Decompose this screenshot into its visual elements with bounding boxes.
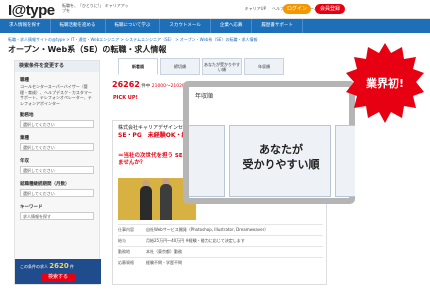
main-nav: 求人情報を探す 転職活動を進める 転職について学ぶ スカウトメール 企業へ応募 …	[0, 19, 430, 33]
detail-key: 給与	[118, 238, 126, 243]
count-value: 2620	[49, 262, 69, 270]
count-suffix: 件	[70, 264, 75, 269]
nav-item-scout[interactable]: スカウトメール	[160, 19, 211, 33]
tab-deadline[interactable]: 締切順	[160, 58, 200, 75]
person-body	[160, 184, 172, 220]
nav-item-apply[interactable]: 企業へ応募	[211, 19, 253, 33]
site-logo[interactable]: I@type	[8, 2, 55, 19]
experience-select[interactable]: 選択してください	[20, 189, 94, 197]
breadcrumb[interactable]: 転職・求人情報サイトの@type > IT・通信・Webエンジニア > システム…	[8, 37, 257, 43]
search-button[interactable]: 検索する	[41, 273, 75, 282]
search-sidebar: 検索条件を変更する 職種 コールセンタースーパーバイザー（管理・育成）、ヘルプデ…	[14, 60, 101, 285]
zoom-callout: 年収順 あなたが 受かりやすい順	[183, 81, 355, 204]
top-link-career[interactable]: キャリアUP	[245, 6, 266, 12]
zoom-tab-label: あなたが 受かりやすい順	[242, 143, 320, 171]
count-prefix: この条件の求人	[20, 264, 48, 269]
sidebar-heading: 検索条件を変更する	[15, 61, 99, 72]
detail-row: 給与 月給25万円〜40万円 ※経験・能力に応じて決定します	[118, 235, 323, 246]
result-range: 21000〜21020	[151, 84, 185, 89]
region-select[interactable]: 選択してください	[20, 120, 94, 128]
keyword-input[interactable]: 求人情報を探す	[20, 212, 94, 220]
detail-value: 月給25万円〜40万円 ※経験・能力に応じて決定します	[146, 238, 245, 243]
salary-label: 年収	[20, 159, 29, 164]
industry-label: 業種	[20, 136, 29, 141]
result-count-box: この条件の求人 2620 件 検索する	[15, 259, 101, 284]
zoom-tab-left	[189, 125, 225, 197]
job-type-value[interactable]: コールセンタースーパーバイザー（管理・育成）、ヘルプデスク・カスタマーサポート、…	[15, 83, 99, 107]
tab-newest[interactable]: 新着順	[118, 58, 158, 75]
job-details: 仕事内容 自社Webサービス開発（Photoshop, Illustrator, …	[118, 224, 323, 268]
sort-tabs: 新着順 締切順 あなたが受かりやすい順 年収順	[118, 58, 284, 75]
tab-easy-to-pass[interactable]: あなたが受かりやすい順	[202, 58, 242, 75]
region-label: 勤務地	[20, 113, 34, 118]
detail-value: 自社Webサービス開発（Photoshop, Illustrator, Drea…	[146, 227, 269, 232]
register-button[interactable]: 会員登録	[315, 4, 345, 14]
detail-row: 応募資格 経験不問・学歴不問	[118, 257, 323, 268]
detail-row: 仕事内容 自社Webサービス開発（Photoshop, Illustrator, …	[118, 224, 323, 235]
page-title: オープン・Web系（SE）の転職・求人情報	[8, 45, 167, 54]
result-count-unit: 件中	[141, 84, 151, 89]
job-type-label: 職種	[20, 78, 29, 83]
site-tagline: 転職を、「ひとりに!」 キャリアアップを	[62, 3, 129, 13]
result-count: 26262	[112, 80, 140, 89]
keyword-label: キーワード	[20, 205, 43, 210]
person-body	[140, 186, 152, 220]
detail-row: 勤務地 本社（東京都）勤務	[118, 246, 323, 257]
nav-item-job-hunting[interactable]: 転職活動を進める	[51, 19, 106, 33]
detail-value: 経験不問・学歴不問	[146, 260, 182, 265]
salary-select[interactable]: 選択してください	[20, 166, 94, 174]
nav-item-search-jobs[interactable]: 求人情報を探す	[0, 19, 51, 33]
detail-key: 応募資格	[118, 260, 134, 265]
login-button[interactable]: ログイン	[283, 4, 311, 14]
zoom-tab-right	[335, 125, 355, 197]
nav-item-resume[interactable]: 履歴書サポート	[252, 19, 303, 33]
industry-select[interactable]: 選択してください	[20, 143, 94, 151]
experience-label: 就職種継続期間（月数）	[20, 182, 70, 187]
nav-item-learn[interactable]: 転職について学ぶ	[106, 19, 161, 33]
badge-label: 業界初!	[365, 77, 405, 90]
pickup-label: PICK UP!	[113, 95, 138, 101]
zoom-small-label: 年収順	[195, 93, 214, 100]
detail-key: 仕事内容	[118, 227, 134, 232]
detail-key: 勤務地	[118, 249, 130, 254]
detail-value: 本社（東京都）勤務	[146, 249, 182, 254]
top-bar: I@type 転職を、「ひとりに!」 キャリアアップを キャリアUP ヘルプ ス…	[0, 0, 430, 19]
tab-salary[interactable]: 年収順	[244, 58, 284, 75]
